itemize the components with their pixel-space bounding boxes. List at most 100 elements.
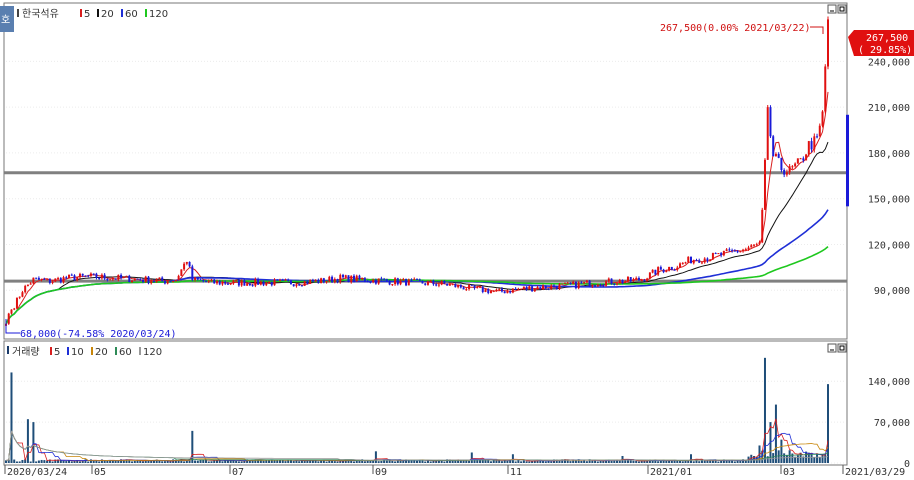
candle-body bbox=[26, 284, 29, 286]
legend-label: 60 bbox=[119, 347, 132, 358]
price-tick-label: 90,000 bbox=[874, 286, 910, 297]
volume-bar bbox=[226, 460, 229, 463]
volume-panel-minimize-button[interactable] bbox=[827, 343, 837, 353]
candle-body bbox=[300, 285, 303, 287]
candle-body bbox=[169, 281, 172, 283]
candle-body bbox=[511, 288, 514, 293]
candle-body bbox=[237, 279, 240, 286]
candle-body bbox=[37, 277, 40, 280]
candle-body bbox=[314, 280, 317, 282]
candle-body bbox=[761, 209, 764, 243]
legend-swatch bbox=[139, 347, 141, 355]
volume-bar bbox=[777, 450, 780, 463]
candle-body bbox=[813, 136, 816, 150]
volume-bar bbox=[788, 450, 791, 463]
hoga-label: 호 bbox=[1, 14, 10, 26]
volume-bar bbox=[511, 454, 514, 463]
volume-bar bbox=[298, 461, 301, 463]
candle-body bbox=[544, 285, 547, 289]
volume-bar bbox=[262, 460, 265, 463]
volume-bar bbox=[509, 460, 512, 463]
volume-bar bbox=[147, 460, 150, 463]
price-panel-minimize-button[interactable] bbox=[827, 4, 837, 14]
volume-panel-maximize-button[interactable] bbox=[837, 343, 847, 353]
candle-body bbox=[84, 275, 87, 277]
volume-bar bbox=[358, 461, 361, 463]
candle-body bbox=[180, 269, 183, 276]
volume-bar bbox=[596, 461, 599, 463]
high-annotation: 267,500(0.00% 2021/03/22) bbox=[660, 23, 811, 34]
candle-body bbox=[7, 313, 10, 324]
candle-body bbox=[65, 277, 68, 279]
volume-bar bbox=[780, 439, 783, 463]
candle-body bbox=[402, 278, 405, 281]
price-tick-label: 180,000 bbox=[868, 149, 910, 160]
candle-body bbox=[196, 277, 199, 280]
candle-body bbox=[569, 282, 572, 285]
candle-body bbox=[766, 107, 769, 160]
candle-body bbox=[457, 284, 460, 288]
legend-swatch bbox=[145, 9, 147, 17]
volume-bar bbox=[580, 460, 583, 463]
candle-body bbox=[144, 276, 147, 282]
volume-bar bbox=[525, 461, 528, 463]
candle-body bbox=[528, 286, 531, 290]
volume-bar bbox=[43, 460, 46, 463]
candle-body bbox=[648, 272, 651, 279]
candle-body bbox=[624, 281, 627, 283]
candle-body bbox=[103, 274, 106, 279]
candle-body bbox=[731, 250, 734, 252]
candle-body bbox=[506, 290, 509, 294]
stock-chart[interactable]: 240,000 210,000 180,000 150,000 120,000 90,00… bbox=[0, 0, 914, 480]
date-label: 07 bbox=[232, 467, 244, 478]
candle-body bbox=[388, 280, 391, 285]
volume-bar bbox=[599, 460, 602, 463]
candle-body bbox=[76, 277, 79, 281]
candle-body bbox=[520, 288, 523, 290]
volume-bar bbox=[87, 461, 90, 463]
price-legend-marker bbox=[17, 9, 19, 17]
candle-body bbox=[232, 280, 235, 284]
candle-body bbox=[342, 274, 345, 278]
volume-bar bbox=[827, 384, 829, 463]
volume-bar bbox=[454, 460, 457, 463]
candle-body bbox=[637, 277, 640, 281]
volume-bar bbox=[585, 461, 588, 463]
price-tick-label: 210,000 bbox=[868, 103, 910, 114]
candle-body bbox=[139, 279, 142, 281]
candle-body bbox=[525, 286, 528, 290]
candle-body bbox=[410, 279, 413, 281]
volume-tick-label: 140,000 bbox=[868, 377, 910, 388]
volume-bar bbox=[637, 461, 640, 463]
volume-bar bbox=[207, 461, 210, 463]
candle-body bbox=[799, 158, 802, 160]
candle-body bbox=[352, 275, 355, 282]
volume-bar bbox=[352, 461, 355, 463]
volume-bar bbox=[111, 460, 114, 463]
candle-body bbox=[347, 275, 350, 283]
candle-body bbox=[753, 244, 756, 246]
candle-body bbox=[687, 256, 690, 263]
candle-body bbox=[487, 289, 490, 294]
volume-bar bbox=[202, 459, 205, 463]
volume-bar bbox=[133, 460, 136, 463]
price-panel-maximize-button[interactable] bbox=[837, 4, 847, 14]
volume-bar bbox=[618, 460, 621, 463]
volume-bar bbox=[679, 460, 682, 463]
volume-bar bbox=[495, 460, 498, 463]
volume-bar bbox=[489, 461, 492, 463]
candle-body bbox=[539, 287, 542, 290]
candle-body bbox=[566, 282, 569, 284]
candle-body bbox=[744, 249, 747, 251]
candle-body bbox=[818, 125, 821, 137]
volume-bar bbox=[92, 460, 95, 463]
candle-body bbox=[407, 279, 410, 286]
candle-body bbox=[224, 281, 227, 284]
candle-body bbox=[607, 278, 610, 282]
candle-body bbox=[632, 278, 635, 281]
candle-body bbox=[333, 278, 336, 283]
candle-body bbox=[446, 283, 449, 286]
volume-bar bbox=[32, 422, 35, 463]
price-tick-label: 120,000 bbox=[868, 240, 910, 251]
candle-body bbox=[374, 279, 377, 284]
